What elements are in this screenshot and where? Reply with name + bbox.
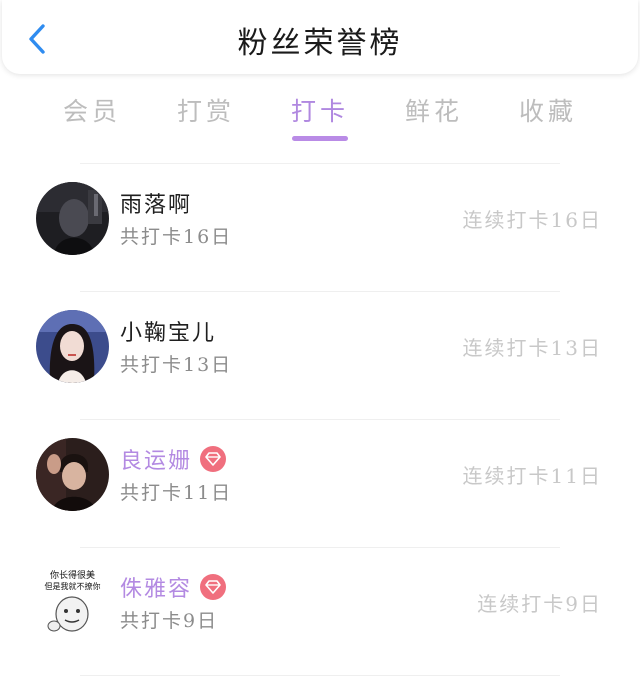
- total-checkin: 共打卡13日: [120, 354, 233, 376]
- streak-checkin: 连续打卡16日: [462, 208, 602, 232]
- fan-name[interactable]: 小鞠宝儿: [120, 315, 216, 347]
- header-bar: 粉丝荣誉榜: [2, 0, 638, 74]
- man-portrait-avatar: [36, 438, 109, 511]
- tab-flowers[interactable]: 鲜花: [377, 92, 491, 142]
- page-title: 粉丝荣誉榜: [237, 26, 403, 61]
- streak-checkin: 连续打卡13日: [462, 336, 602, 360]
- avatar-caption-line-1: 你长得很美: [50, 569, 95, 581]
- fan-name[interactable]: 侏雅容: [120, 571, 192, 603]
- avatar[interactable]: [36, 310, 109, 383]
- name-line: 侏雅容: [120, 571, 227, 603]
- vip-badge: [200, 446, 227, 472]
- avatar-caption-line-2: 但是我就不撩你: [45, 581, 101, 591]
- fan-honor-page: 粉丝荣誉榜 会员 打赏 打卡 鲜花 收藏 雨落啊 共打卡16日 连续打卡16日 …: [0, 0, 640, 676]
- avatar[interactable]: 你长得很美 但是我就不撩你: [36, 566, 109, 639]
- fan-name[interactable]: 雨落啊: [120, 187, 192, 219]
- tab-members[interactable]: 会员: [35, 92, 149, 142]
- name-line: 雨落啊: [120, 188, 192, 218]
- total-checkin: 共打卡9日: [120, 610, 219, 632]
- diamond-icon: [205, 452, 221, 466]
- name-line: 良运姗: [120, 443, 227, 475]
- fan-list: 雨落啊 共打卡16日 连续打卡16日 小鞠宝儿 共打卡13日 连续打卡13日 良…: [0, 164, 640, 676]
- list-item[interactable]: 小鞠宝儿 共打卡13日 连续打卡13日: [0, 292, 640, 420]
- list-item[interactable]: 你长得很美 但是我就不撩你 侏雅容 共打卡9日 连续打卡9日: [0, 548, 640, 676]
- total-checkin: 共打卡16日: [120, 226, 233, 248]
- avatar[interactable]: [36, 438, 109, 511]
- dark-portrait-avatar: [36, 182, 109, 255]
- tab-checkin[interactable]: 打卡: [263, 92, 377, 142]
- name-line: 小鞠宝儿: [120, 316, 216, 346]
- diamond-icon: [205, 580, 221, 594]
- list-item[interactable]: 良运姗 共打卡11日 连续打卡11日: [0, 420, 640, 548]
- fan-name[interactable]: 良运姗: [120, 443, 192, 475]
- active-tab-indicator: [292, 136, 348, 141]
- tab-bar: 会员 打赏 打卡 鲜花 收藏: [35, 92, 605, 142]
- total-checkin: 共打卡11日: [120, 482, 233, 504]
- avatar[interactable]: [36, 182, 109, 255]
- list-item[interactable]: 雨落啊 共打卡16日 连续打卡16日: [0, 164, 640, 292]
- tab-favorites[interactable]: 收藏: [491, 92, 605, 142]
- streak-checkin: 连续打卡11日: [462, 464, 602, 488]
- streak-checkin: 连续打卡9日: [477, 592, 602, 616]
- meme-face-avatar: 你长得很美 但是我就不撩你: [36, 566, 109, 639]
- girl-portrait-avatar: [36, 310, 109, 383]
- tab-rewards[interactable]: 打赏: [149, 92, 263, 142]
- vip-badge: [200, 574, 227, 600]
